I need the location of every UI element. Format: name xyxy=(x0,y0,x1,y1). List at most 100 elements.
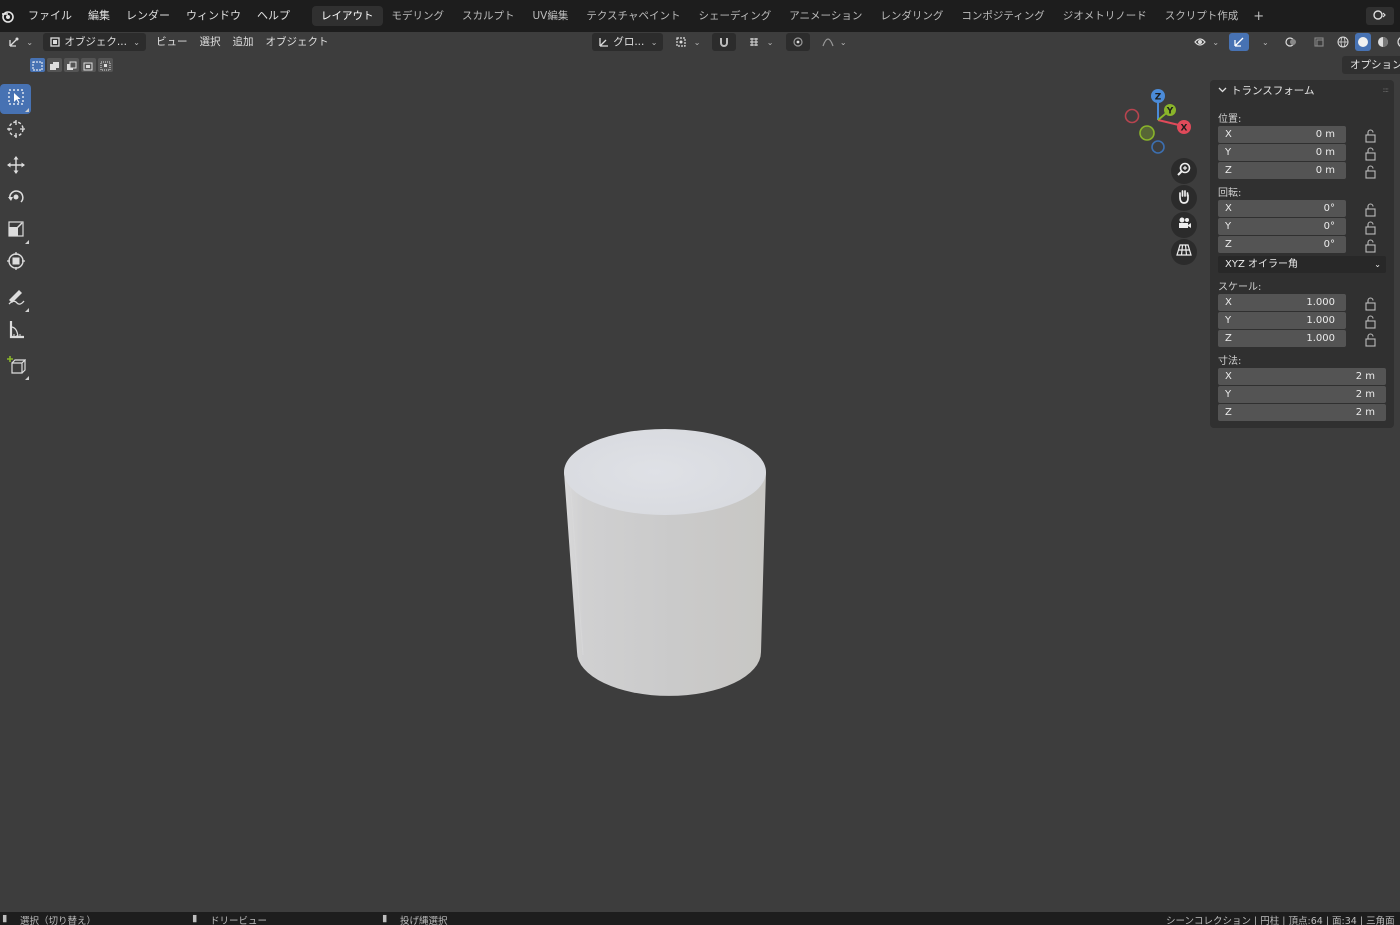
panel-drag-handle-icon[interactable]: :::: xyxy=(1383,86,1390,94)
proportional-editing-toggle[interactable] xyxy=(785,33,810,51)
material-sphere-icon xyxy=(1377,36,1389,48)
scene-statistics: シーンコレクション | 円柱 | 頂点:64 | 面:34 | 三角面 xyxy=(1166,916,1395,925)
z-axis-label: Z xyxy=(1155,93,1162,103)
falloff-curve-icon xyxy=(821,36,837,48)
lock-location-x-icon[interactable] xyxy=(1364,128,1378,143)
camera-view-button[interactable] xyxy=(1171,212,1197,238)
wireframe-sphere-icon xyxy=(1337,36,1349,48)
lock-scale-z-icon[interactable] xyxy=(1364,332,1378,347)
proportional-edit-icon xyxy=(792,36,804,48)
solid-sphere-icon xyxy=(1357,36,1369,48)
chevron-down-icon: ⌄ xyxy=(133,38,140,47)
tab-sculpt[interactable]: スカルプト xyxy=(453,6,524,26)
lock-scale-y-icon[interactable] xyxy=(1364,314,1378,329)
scene-icon xyxy=(1373,9,1387,23)
gizmo-menu[interactable]: ⌄ xyxy=(1253,33,1275,51)
orientation-icon xyxy=(598,36,613,48)
snap-target-selector[interactable]: ⌄ xyxy=(742,33,779,51)
location-x-field[interactable]: X0 m xyxy=(1218,126,1346,143)
mouse-middle-icon: ▮ xyxy=(192,913,198,924)
status-hint-dolly: ドリービュー xyxy=(210,916,268,925)
options-dropdown[interactable]: オプション xyxy=(1342,56,1400,74)
transform-panel-header[interactable]: トランスフォーム xyxy=(1218,83,1314,98)
tab-geometry-nodes[interactable]: ジオメトリノード xyxy=(1054,6,1156,26)
top-menu-bar: ファイル 編集 レンダー ウィンドウ ヘルプ レイアウト モデリング スカルプト… xyxy=(0,0,1400,32)
tab-layout[interactable]: レイアウト xyxy=(312,6,383,26)
menu-file[interactable]: ファイル xyxy=(20,6,80,26)
rendered-shading-button[interactable] xyxy=(1395,33,1400,51)
menu-add[interactable]: 追加 xyxy=(226,33,259,51)
gizmo-toggle[interactable] xyxy=(1229,33,1250,51)
neg-z-axis-handle[interactable] xyxy=(1151,140,1165,154)
wireframe-shading-button[interactable] xyxy=(1335,33,1351,51)
tab-compositing[interactable]: コンポジティング xyxy=(952,6,1053,26)
blender-logo-icon[interactable] xyxy=(0,9,14,23)
rotation-x-field[interactable]: X 0° xyxy=(1218,200,1346,217)
tab-scripting[interactable]: スクリプト作成 xyxy=(1156,6,1248,26)
lock-rotation-z-icon[interactable] xyxy=(1364,238,1378,253)
menu-select[interactable]: 選択 xyxy=(193,33,226,51)
chevron-down-icon: ⌄ xyxy=(1262,38,1269,47)
scale-z-field[interactable]: Z 1.000 xyxy=(1218,330,1346,347)
tab-animation[interactable]: アニメーション xyxy=(780,6,871,26)
zoom-view-button[interactable] xyxy=(1171,158,1197,184)
tab-shading[interactable]: シェーディング xyxy=(689,6,780,26)
menu-render[interactable]: レンダー xyxy=(118,6,178,26)
navigation-gizmo[interactable]: Y Z X xyxy=(1118,84,1198,164)
scale-y-field[interactable]: Y 1.000 xyxy=(1218,312,1346,329)
scene-selector-button[interactable] xyxy=(1366,7,1394,25)
location-z-field[interactable]: Z0 m xyxy=(1218,162,1346,179)
x-axis-label: X xyxy=(1181,124,1188,134)
transform-panel-title: トランスフォーム xyxy=(1231,85,1315,97)
chevron-down-icon: ⌄ xyxy=(26,38,34,47)
menu-object[interactable]: オブジェクト xyxy=(259,33,334,51)
menu-edit[interactable]: 編集 xyxy=(80,6,118,26)
mode-label: オブジェク... xyxy=(64,36,127,48)
scale-x-field[interactable]: X 1.000 xyxy=(1218,294,1346,311)
menu-view[interactable]: ビュー xyxy=(150,33,194,51)
chevron-down-icon: ⌄ xyxy=(650,38,658,47)
tab-texture-paint[interactable]: テクスチャペイント xyxy=(577,6,689,26)
lock-rotation-y-icon[interactable] xyxy=(1364,220,1378,235)
dimensions-x-field[interactable]: X2 m xyxy=(1218,368,1386,385)
eye-icon xyxy=(1194,36,1209,48)
falloff-selector[interactable]: ⌄ xyxy=(816,33,853,51)
menu-window[interactable]: ウィンドウ xyxy=(178,6,249,26)
tab-uv-editing[interactable]: UV編集 xyxy=(524,6,578,26)
rotation-y-field[interactable]: Y 0° xyxy=(1218,218,1346,235)
location-y-field[interactable]: Y0 m xyxy=(1218,144,1346,161)
add-workspace-button[interactable]: + xyxy=(1247,9,1270,24)
perspective-toggle-button[interactable] xyxy=(1171,239,1197,265)
dimensions-y-field[interactable]: Y2 m xyxy=(1218,386,1386,403)
snap-toggle[interactable] xyxy=(712,33,737,51)
visibility-selector[interactable]: ⌄ xyxy=(1188,33,1225,51)
xray-toggle[interactable] xyxy=(1307,33,1331,51)
lock-scale-x-icon[interactable] xyxy=(1364,296,1378,311)
tab-rendering[interactable]: レンダリング xyxy=(871,6,952,26)
pan-view-button[interactable] xyxy=(1171,185,1197,211)
xray-icon xyxy=(1313,36,1325,48)
menu-help[interactable]: ヘルプ xyxy=(249,6,298,26)
rotation-mode-select[interactable]: XYZ オイラー角 ⌄ xyxy=(1218,256,1386,273)
lock-rotation-x-icon[interactable] xyxy=(1364,202,1378,217)
overlays-toggle[interactable] xyxy=(1279,33,1303,51)
editor-type-button[interactable]: ⌄ xyxy=(2,33,39,51)
mode-selector[interactable]: オブジェク... ⌄ xyxy=(43,33,146,51)
lock-location-z-icon[interactable] xyxy=(1364,164,1378,179)
lock-location-y-icon[interactable] xyxy=(1364,146,1378,161)
sidebar-transform-panel: トランスフォーム :::: 位置: X0 m Y0 m Z0 m 回転: X 0°… xyxy=(1210,80,1394,428)
rotation-z-field[interactable]: Z 0° xyxy=(1218,236,1346,253)
cylinder-mesh[interactable] xyxy=(564,429,766,696)
neg-x-axis-handle[interactable] xyxy=(1124,108,1140,124)
solid-shading-button[interactable] xyxy=(1354,33,1371,51)
transform-orientation-selector[interactable]: グロ... ⌄ xyxy=(592,33,664,51)
material-preview-button[interactable] xyxy=(1375,33,1391,51)
chevron-down-icon: ⌄ xyxy=(839,38,847,47)
location-label: 位置: xyxy=(1218,114,1242,125)
dimensions-z-field[interactable]: Z2 m xyxy=(1218,404,1386,421)
neg-y-axis-handle[interactable] xyxy=(1139,125,1155,141)
tab-modeling[interactable]: モデリング xyxy=(383,6,454,26)
chevron-down-icon xyxy=(1218,85,1227,97)
chevron-down-icon: ⌄ xyxy=(1374,260,1381,269)
pivot-point-selector[interactable]: ⌄ xyxy=(669,33,706,51)
